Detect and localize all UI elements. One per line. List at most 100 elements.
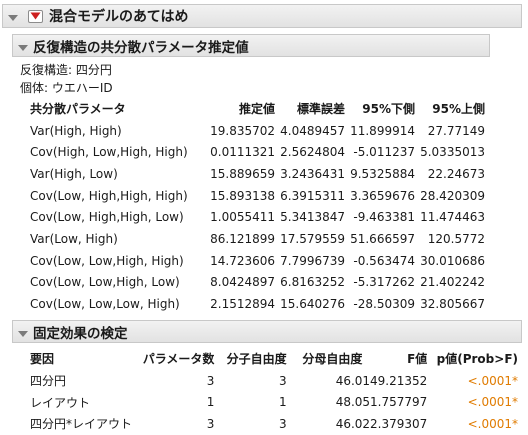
nparm-cell: 1 xyxy=(206,395,215,410)
table-header-row: 要因 パラメータ数 分子自由度 分母自由度 F値 p値(Prob>F) xyxy=(30,348,518,370)
column-header: 分母自由度 xyxy=(302,352,363,367)
column-header: 推定値 xyxy=(239,102,276,117)
estimate-cell: 15.889659 xyxy=(210,166,276,181)
denom-df-cell: 48.0 xyxy=(335,395,363,410)
table-row: Var(High, High) 19.835702 4.0489457 11.8… xyxy=(30,120,485,142)
column-header: 要因 xyxy=(30,352,55,367)
std-error-cell: 4.0489457 xyxy=(280,123,346,138)
p-value-cell: <.0001* xyxy=(467,395,518,410)
parameter-name: Cov(Low, Low,High, Low) xyxy=(30,275,180,290)
disclosure-triangle-icon[interactable] xyxy=(17,327,29,337)
lower-95-cell: -0.563474 xyxy=(353,253,415,268)
table-row: 四分円*レイアウト 3 3 46.0 22.379307 <.0001* xyxy=(30,413,518,435)
report-title: 混合モデルのあてはめ xyxy=(49,9,189,25)
cov-section-header: 反復構造の共分散パラメータ推定値 xyxy=(12,34,490,57)
numer-df-cell: 1 xyxy=(279,395,287,410)
parameter-name: Var(High, High) xyxy=(30,123,122,138)
fixed-section-header: 固定効果の検定 xyxy=(12,320,522,343)
p-value-cell: <.0001* xyxy=(467,416,518,431)
f-ratio-cell: 22.379307 xyxy=(362,416,428,431)
subject-label: 個体: ウエハーID xyxy=(20,81,113,95)
upper-95-cell: 5.0335013 xyxy=(420,145,485,160)
lower-95-cell: -5.317262 xyxy=(353,275,415,290)
p-value-cell: <.0001* xyxy=(467,373,518,388)
parameter-name: Var(High, Low) xyxy=(30,166,118,181)
cov-section-title: 反復構造の共分散パラメータ推定値 xyxy=(33,39,249,56)
std-error-cell: 17.579559 xyxy=(280,231,346,246)
table-row: レイアウト 1 1 48.0 51.757797 <.0001* xyxy=(30,391,518,413)
table-row: Cov(Low, High,High, Low) 1.0055411 5.341… xyxy=(30,206,485,228)
table-row: Var(High, Low) 15.889659 3.2436431 9.532… xyxy=(30,163,485,185)
lower-95-cell: 9.5325884 xyxy=(350,166,415,181)
table-row: Cov(Low, Low,High, Low) 8.0424897 6.8163… xyxy=(30,272,485,294)
parameter-name: Var(Low, High) xyxy=(30,231,118,246)
f-ratio-cell: 149.21352 xyxy=(362,373,428,388)
upper-95-cell: 11.474463 xyxy=(420,210,485,225)
estimate-cell: 86.121899 xyxy=(210,231,276,246)
upper-95-cell: 32.805667 xyxy=(420,297,485,312)
source-name: レイアウト xyxy=(30,395,91,410)
table-row: Cov(High, Low,High, High) 0.0111321 2.56… xyxy=(30,141,485,163)
report-header: 混合モデルのあてはめ xyxy=(2,4,522,28)
table-row: Cov(Low, Low,Low, High) 2.1512894 15.640… xyxy=(30,293,485,315)
estimate-cell: 1.0055411 xyxy=(210,210,276,225)
table-row: Cov(Low, High,High, High) 15.893138 6.39… xyxy=(30,185,485,207)
cov-estimates-table: 共分散パラメータ 推定値 標準誤差 95%下側 95%上側 Var(High, … xyxy=(30,98,485,337)
denom-df-cell: 46.0 xyxy=(335,416,363,431)
numer-df-cell: 3 xyxy=(279,373,287,388)
parameter-name: Cov(Low, High,High, Low) xyxy=(30,210,184,225)
column-header: 標準誤差 xyxy=(297,102,346,117)
parameter-name: Cov(Low, Low,High, High) xyxy=(30,253,184,268)
disclosure-triangle-icon[interactable] xyxy=(17,41,29,51)
fixed-effects-table: 要因 パラメータ数 分子自由度 分母自由度 F値 p値(Prob>F) 四分円 … xyxy=(30,348,518,435)
column-header: パラメータ数 xyxy=(142,352,215,367)
parameter-name: Cov(Low, High,High, High) xyxy=(30,188,188,203)
source-name: 四分円 xyxy=(30,374,67,389)
parameter-name: Cov(Low, Low,Low, High) xyxy=(30,297,180,312)
lower-95-cell: -28.50309 xyxy=(353,297,415,312)
std-error-cell: 5.3413847 xyxy=(280,210,346,225)
lower-95-cell: -9.463381 xyxy=(353,210,415,225)
std-error-cell: 3.2436431 xyxy=(280,166,346,181)
fixed-section-title: 固定効果の検定 xyxy=(33,325,128,342)
disclosure-triangle-icon[interactable] xyxy=(7,11,19,21)
column-header: p値(Prob>F) xyxy=(436,352,518,367)
column-header: 分子自由度 xyxy=(226,352,287,367)
lower-95-cell: 11.899914 xyxy=(350,123,415,138)
estimate-cell: 15.893138 xyxy=(210,188,276,203)
f-ratio-cell: 51.757797 xyxy=(362,395,428,410)
column-header: 95%下側 xyxy=(362,102,415,117)
upper-95-cell: 28.420309 xyxy=(420,188,485,203)
nparm-cell: 3 xyxy=(206,373,215,388)
std-error-cell: 6.3915311 xyxy=(280,188,346,203)
source-name: 四分円*レイアウト xyxy=(30,417,133,432)
std-error-cell: 15.640276 xyxy=(280,297,346,312)
estimate-cell: 8.0424897 xyxy=(210,275,276,290)
numer-df-cell: 3 xyxy=(279,416,287,431)
table-row: Var(Low, High) 86.121899 17.579559 51.66… xyxy=(30,228,485,250)
nparm-cell: 3 xyxy=(206,416,215,431)
structure-label: 反復構造: 四分円 xyxy=(20,63,112,77)
estimate-cell: 2.1512894 xyxy=(210,297,276,312)
parameter-name: Cov(High, Low,High, High) xyxy=(30,145,188,160)
std-error-cell: 7.7996739 xyxy=(280,253,346,268)
denom-df-cell: 46.0 xyxy=(335,373,363,388)
estimate-cell: 19.835702 xyxy=(210,123,276,138)
table-header-row: 共分散パラメータ 推定値 標準誤差 95%下側 95%上側 xyxy=(30,98,485,120)
std-error-cell: 2.5624804 xyxy=(280,145,346,160)
std-error-cell: 6.8163252 xyxy=(280,275,346,290)
lower-95-cell: 51.666597 xyxy=(350,231,415,246)
table-row: Cov(Low, Low,High, High) 14.723606 7.799… xyxy=(30,250,485,272)
red-triangle-menu-icon[interactable] xyxy=(28,9,43,23)
upper-95-cell: 30.010686 xyxy=(420,253,485,268)
table-row: 四分円 3 3 46.0 149.21352 <.0001* xyxy=(30,370,518,392)
column-header: 95%上側 xyxy=(432,102,485,117)
lower-95-cell: -5.011237 xyxy=(353,145,415,160)
upper-95-cell: 27.77149 xyxy=(427,123,485,138)
upper-95-cell: 21.402242 xyxy=(420,275,485,290)
estimate-cell: 0.0111321 xyxy=(210,145,276,160)
upper-95-cell: 120.5772 xyxy=(427,231,485,246)
lower-95-cell: 3.3659676 xyxy=(350,188,415,203)
upper-95-cell: 22.24673 xyxy=(427,166,485,181)
estimate-cell: 14.723606 xyxy=(210,253,276,268)
